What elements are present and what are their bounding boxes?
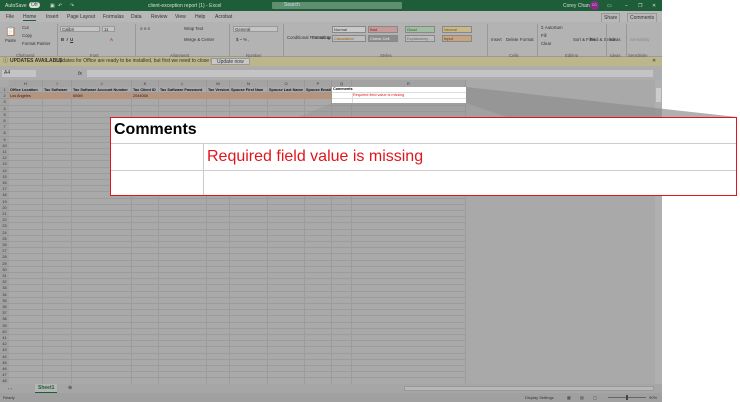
zoom-callout-connector [110, 87, 737, 196]
callout-error-message: Required field value is missing [207, 148, 424, 165]
comment-callout-zoom: Comments Required field value is missing [110, 117, 737, 196]
callout-comments-header: Comments [114, 121, 197, 138]
